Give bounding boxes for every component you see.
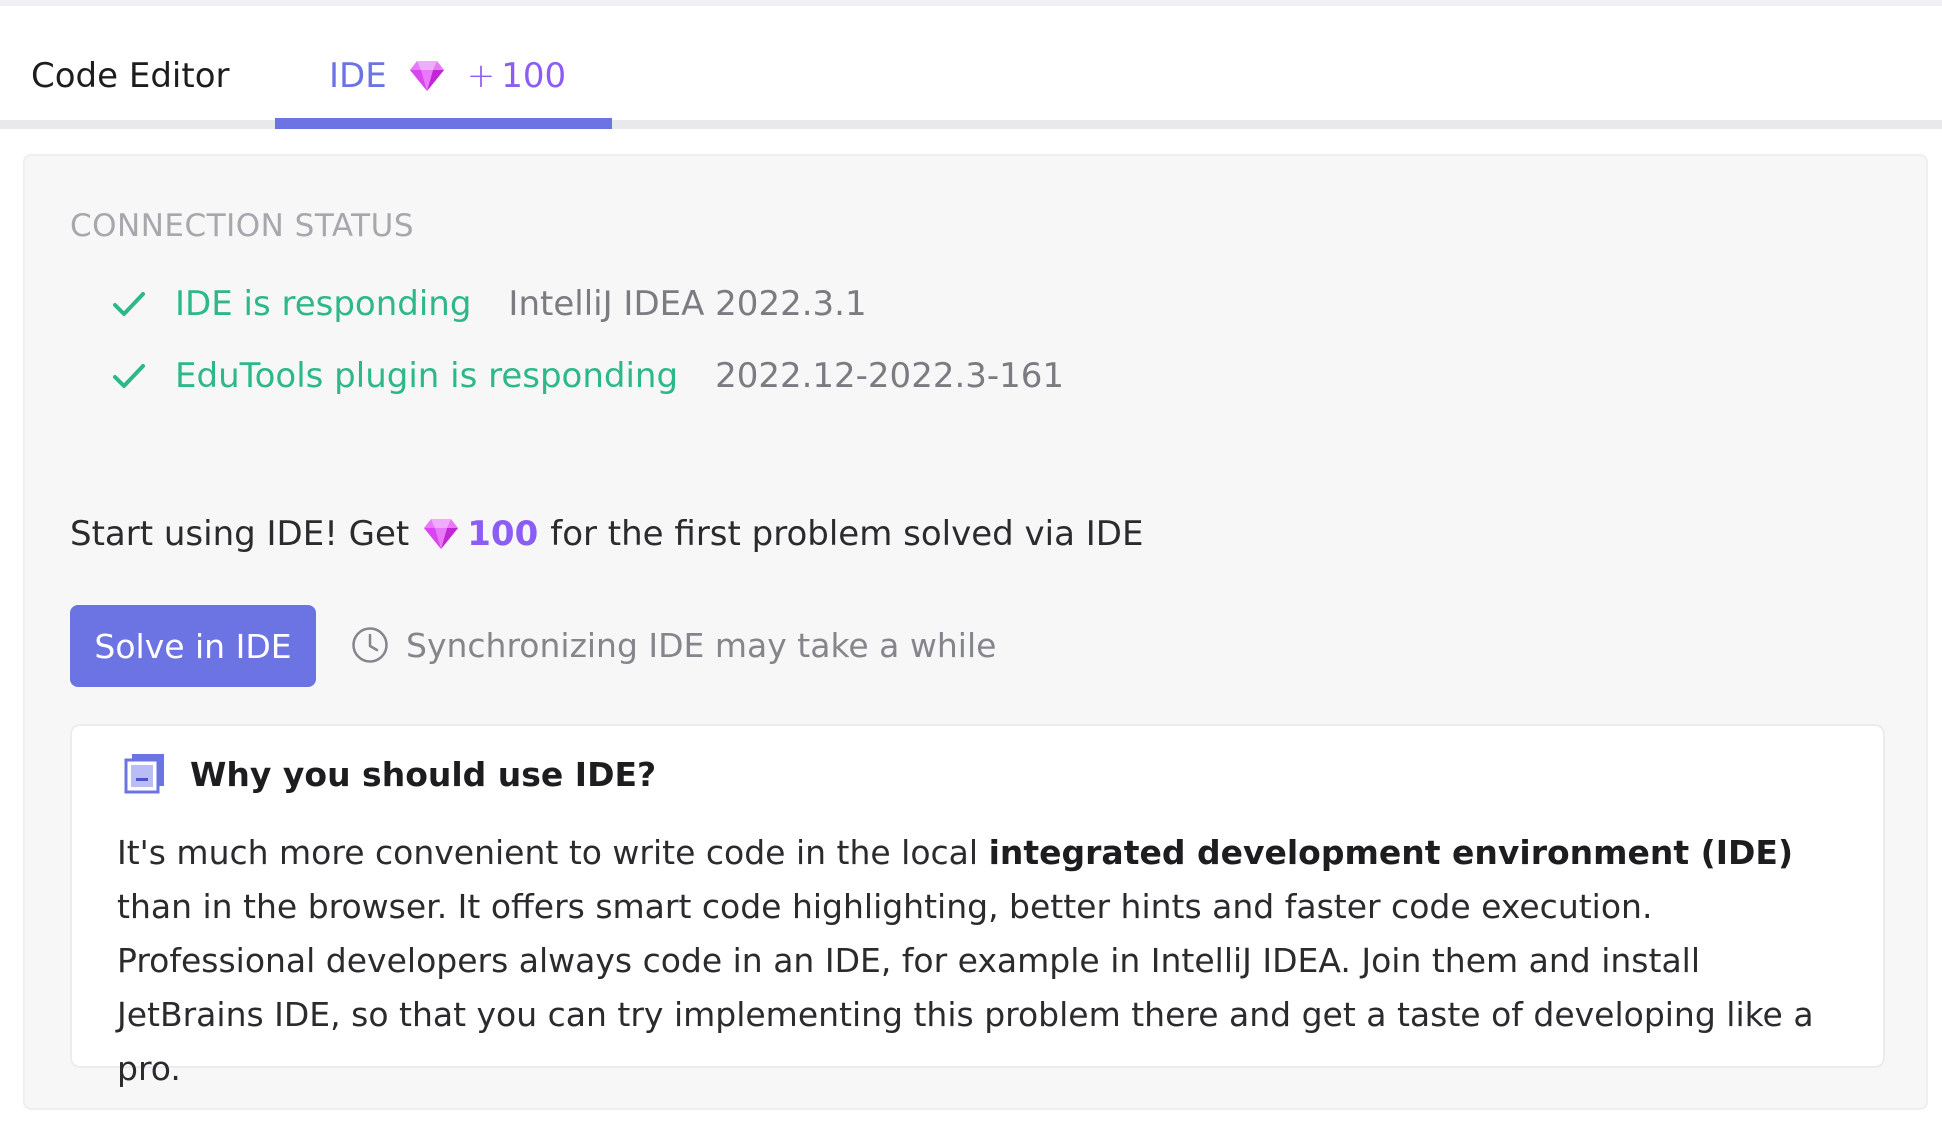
promo-amount: 100 <box>467 514 539 554</box>
sync-note: Synchronizing IDE may take a while <box>350 625 996 665</box>
connection-status-title: CONNECTION STATUS <box>70 208 414 244</box>
tab-code-editor-label: Code Editor <box>31 56 230 96</box>
gem-icon <box>409 61 444 91</box>
status-row-plugin: EduTools plugin is responding 2022.12-20… <box>111 356 1064 396</box>
status-version: IntelliJ IDEA 2022.3.1 <box>508 284 867 324</box>
why-text-after: than in the browser. It offers smart cod… <box>117 887 1814 1088</box>
promo-prefix: Start using IDE! Get <box>70 514 410 554</box>
status-label: EduTools plugin is responding <box>175 356 679 396</box>
ide-window-icon <box>124 754 164 794</box>
bonus-plus: + <box>466 56 496 96</box>
tab-bar: Code Editor IDE +100 <box>0 6 1942 129</box>
status-label: IDE is responding <box>175 284 472 324</box>
why-use-ide-card: Why you should use IDE? It's much more c… <box>70 724 1885 1088</box>
why-header: Why you should use IDE? <box>122 752 656 796</box>
tab-ide[interactable]: IDE +100 <box>329 46 566 106</box>
promo-text: Start using IDE! Get 100 for the first p… <box>70 514 1143 554</box>
why-title: Why you should use IDE? <box>190 754 657 794</box>
check-icon <box>113 364 145 388</box>
sync-note-text: Synchronizing IDE may take a while <box>406 625 997 665</box>
status-version: 2022.12-2022.3-161 <box>715 356 1065 396</box>
promo-suffix: for the first problem solved via IDE <box>550 514 1144 554</box>
tab-ide-label: IDE <box>329 56 387 96</box>
active-tab-indicator <box>275 118 612 129</box>
ide-panel: CONNECTION STATUS IDE is responding Inte… <box>23 154 1928 1110</box>
gem-icon <box>424 519 459 549</box>
tab-ide-bonus: +100 <box>467 56 566 96</box>
bonus-value: 100 <box>501 56 567 96</box>
tab-code-editor[interactable]: Code Editor <box>31 46 229 106</box>
check-icon <box>113 292 145 316</box>
why-text-bold: integrated development environment (IDE) <box>988 833 1794 872</box>
clock-icon <box>352 627 388 663</box>
solve-in-ide-button[interactable]: Solve in IDE <box>70 605 316 687</box>
why-text-before: It's much more convenient to write code … <box>117 833 989 872</box>
why-description: It's much more convenient to write code … <box>117 826 1847 1096</box>
status-row-ide: IDE is responding IntelliJ IDEA 2022.3.1 <box>111 284 867 324</box>
